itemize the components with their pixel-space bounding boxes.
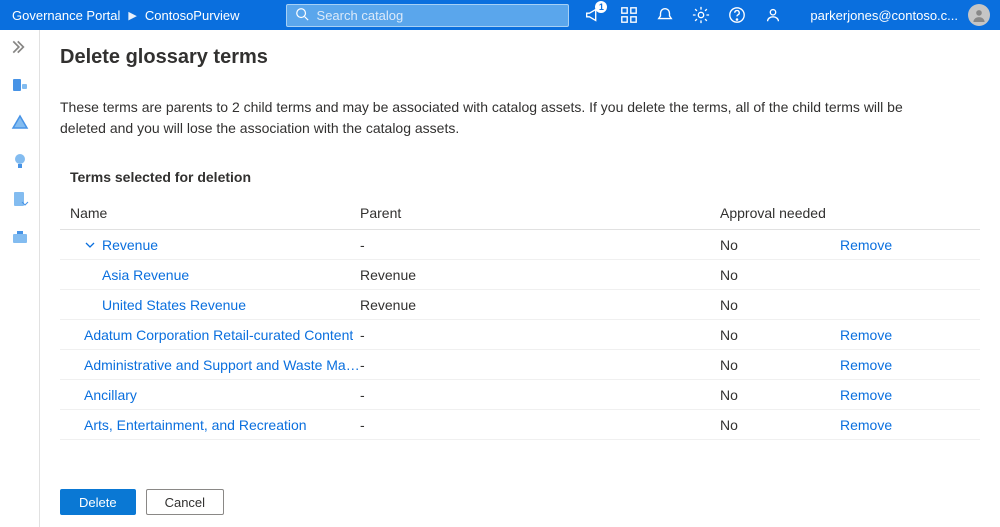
remove-link[interactable]: Remove [840, 387, 892, 403]
megaphone-icon[interactable]: 1 [584, 6, 602, 24]
table-row: Arts, Entertainment, and Recreation -NoRe… [60, 410, 980, 440]
column-header-approval[interactable]: Approval needed [720, 197, 840, 230]
table-row: United States Revenue RevenueNo [60, 290, 980, 320]
cancel-button[interactable]: Cancel [146, 489, 224, 515]
remove-link[interactable]: Remove [840, 237, 892, 253]
term-approval: No [720, 380, 840, 410]
table-row: Adatum Corporation Retail-curated Conten… [60, 320, 980, 350]
term-parent: - [360, 380, 720, 410]
delete-button[interactable]: Delete [60, 489, 136, 515]
nav-data-catalog-icon[interactable] [11, 76, 29, 94]
term-approval: No [720, 290, 840, 320]
user-email: parkerjones@contoso.c... [810, 8, 958, 23]
page-description: These terms are parents to 2 child terms… [60, 97, 950, 139]
term-name-link[interactable]: Adatum Corporation Retail-curated Conten… [84, 327, 353, 343]
page-title: Delete glossary terms [60, 46, 980, 69]
expand-nav-icon[interactable] [11, 38, 29, 56]
term-name-link[interactable]: United States Revenue [102, 297, 246, 313]
term-approval: No [720, 320, 840, 350]
bell-icon[interactable] [656, 6, 674, 24]
nav-insights-icon[interactable] [11, 152, 29, 170]
help-icon[interactable] [728, 6, 746, 24]
term-name-link[interactable]: Arts, Entertainment, and Recreation [84, 417, 307, 433]
column-header-parent[interactable]: Parent [360, 197, 720, 230]
term-name-link[interactable]: Administrative and Support and Waste Man… [84, 357, 360, 373]
search-box[interactable] [286, 4, 569, 27]
term-parent: - [360, 320, 720, 350]
nav-management-icon[interactable] [11, 228, 29, 246]
column-header-name[interactable]: Name [60, 197, 360, 230]
breadcrumb-current[interactable]: ContosoPurview [145, 8, 240, 23]
topbar-actions: 1 parkerjones@contoso.c... [584, 4, 1000, 26]
term-parent: Revenue [360, 260, 720, 290]
term-parent: - [360, 410, 720, 440]
remove-link[interactable]: Remove [840, 327, 892, 343]
remove-link[interactable]: Remove [840, 417, 892, 433]
section-title: Terms selected for deletion [60, 169, 980, 185]
chevron-down-icon[interactable] [84, 239, 96, 251]
remove-link[interactable]: Remove [840, 357, 892, 373]
term-parent: Revenue [360, 290, 720, 320]
term-approval: No [720, 410, 840, 440]
search-icon [295, 7, 309, 24]
avatar [968, 4, 990, 26]
terms-table: Name Parent Approval needed Revenue-NoRe… [60, 197, 980, 440]
gear-icon[interactable] [692, 6, 710, 24]
breadcrumb-root[interactable]: Governance Portal [12, 8, 120, 23]
chevron-right-icon: ▶ [128, 9, 136, 22]
nav-data-map-icon[interactable] [11, 114, 29, 132]
table-row: Ancillary -NoRemove [60, 380, 980, 410]
term-name-link[interactable]: Revenue [102, 237, 158, 253]
dialog-footer: Delete Cancel [60, 471, 980, 515]
search-input[interactable] [317, 8, 560, 23]
nav-policy-icon[interactable] [11, 190, 29, 208]
apps-icon[interactable] [620, 6, 638, 24]
term-approval: No [720, 260, 840, 290]
user-menu[interactable]: parkerjones@contoso.c... [800, 4, 990, 26]
feedback-icon[interactable] [764, 6, 782, 24]
term-parent: - [360, 230, 720, 260]
term-approval: No [720, 350, 840, 380]
term-name-link[interactable]: Asia Revenue [102, 267, 189, 283]
breadcrumb: Governance Portal ▶ ContosoPurview [0, 8, 240, 23]
badge-count: 1 [595, 1, 607, 13]
term-name-link[interactable]: Ancillary [84, 387, 137, 403]
term-parent: - [360, 350, 720, 380]
table-row: Asia Revenue RevenueNo [60, 260, 980, 290]
side-nav [0, 30, 40, 527]
table-row: Administrative and Support and Waste Man… [60, 350, 980, 380]
top-nav-bar: Governance Portal ▶ ContosoPurview 1 [0, 0, 1000, 30]
table-row: Revenue -NoRemove [60, 230, 980, 260]
term-approval: No [720, 230, 840, 260]
